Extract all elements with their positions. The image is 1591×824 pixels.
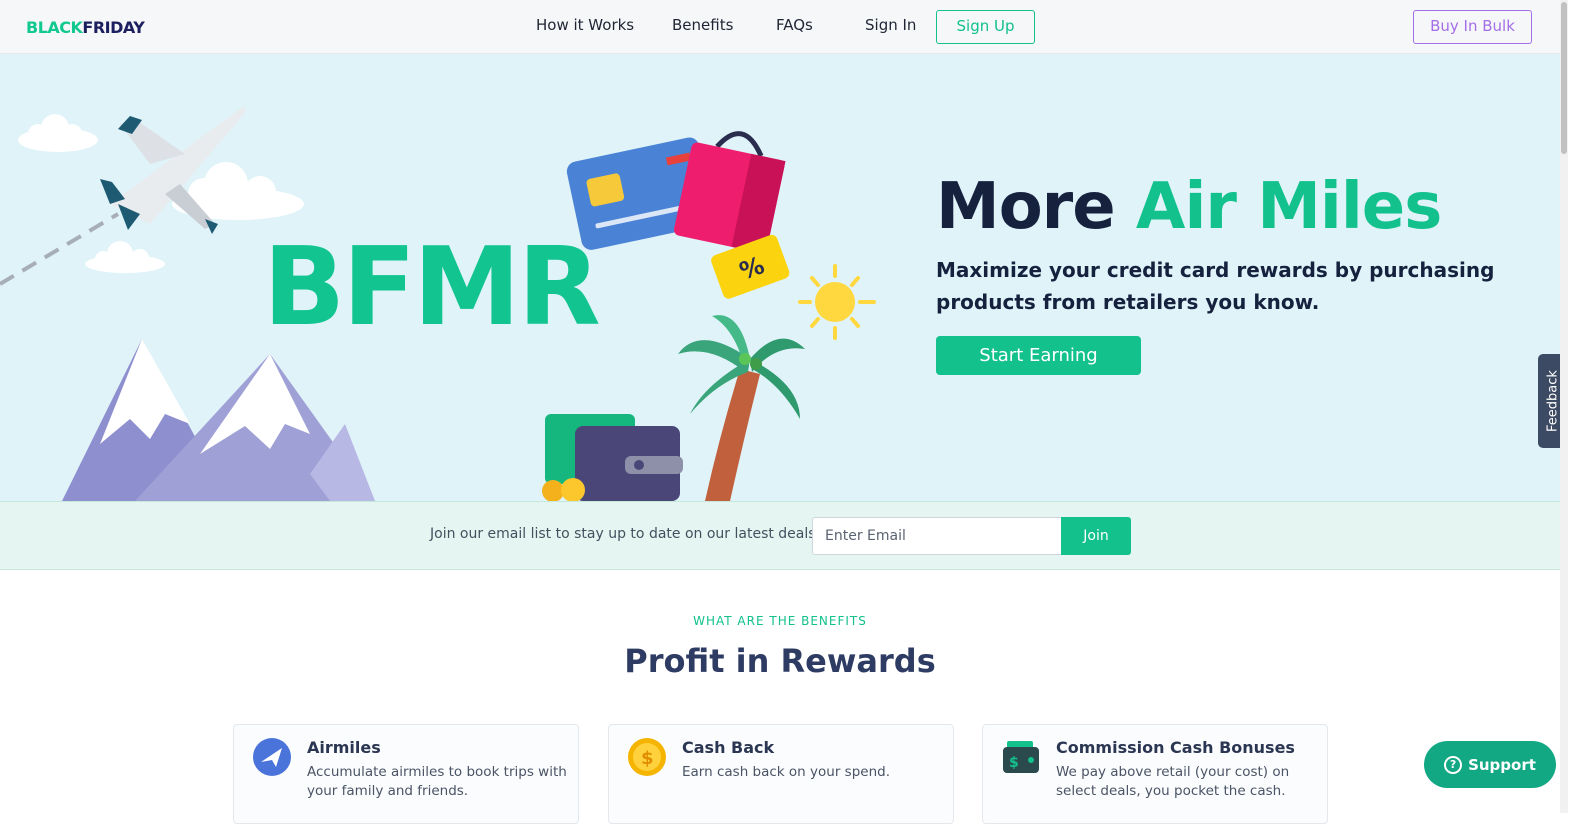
scrollbar-thumb[interactable] bbox=[1561, 2, 1567, 154]
svg-text:$: $ bbox=[1009, 755, 1019, 771]
wallet-icon: $ bbox=[1003, 741, 1039, 773]
email-input[interactable] bbox=[812, 517, 1062, 555]
support-label: Support bbox=[1468, 755, 1536, 774]
palm-tree-icon bbox=[678, 315, 805, 501]
logo-text-friday: FRIDAY bbox=[82, 17, 145, 37]
card-text: Earn cash back on your spend. bbox=[682, 764, 890, 780]
logo[interactable]: BLACK FRIDAY bbox=[26, 15, 145, 39]
coin-icon: $ bbox=[628, 738, 666, 776]
page-scrollbar[interactable] bbox=[1560, 0, 1568, 813]
card-title: Commission Cash Bonuses bbox=[1056, 738, 1295, 757]
svg-text:$: $ bbox=[641, 748, 654, 769]
sun-icon bbox=[798, 264, 876, 340]
benefit-card-commission: $ Commission Cash Bonuses We pay above r… bbox=[982, 724, 1328, 824]
hero-headline: More Air Miles bbox=[936, 170, 1442, 244]
card-text: Accumulate airmiles to book trips with y… bbox=[307, 764, 567, 799]
buy-in-bulk-button[interactable]: Buy In Bulk bbox=[1413, 10, 1532, 44]
card-title: Cash Back bbox=[682, 738, 775, 757]
hero-section: % BFMR More Air Miles Maximize your cred… bbox=[0, 54, 1568, 501]
headline-accent: Air Miles bbox=[1135, 170, 1442, 244]
nav-link-faqs[interactable]: FAQs bbox=[776, 0, 813, 50]
start-earning-button[interactable]: Start Earning bbox=[936, 336, 1141, 375]
benefits-kicker: WHAT ARE THE BENEFITS bbox=[693, 614, 867, 628]
nav-link-how-it-works[interactable]: How it Works bbox=[536, 0, 634, 50]
benefit-card-airmiles: Airmiles Accumulate airmiles to book tri… bbox=[233, 724, 579, 824]
flight-trail bbox=[0, 212, 120, 286]
nav-link-benefits[interactable]: Benefits bbox=[672, 0, 733, 50]
newsletter-bar: Join our email list to stay up to date o… bbox=[0, 501, 1560, 570]
benefit-card-cash-back: $ Cash Back Earn cash back on your spend… bbox=[608, 724, 954, 824]
newsletter-prompt: Join our email list to stay up to date o… bbox=[430, 526, 816, 542]
sign-up-button[interactable]: Sign Up bbox=[936, 10, 1035, 44]
nav-link-sign-in[interactable]: Sign In bbox=[865, 0, 916, 50]
airplane-icon bbox=[253, 738, 291, 776]
support-button[interactable]: ? Support bbox=[1424, 741, 1556, 788]
card-title: Airmiles bbox=[307, 738, 381, 757]
top-nav: BLACK FRIDAY How it Works Benefits FAQs S… bbox=[0, 0, 1568, 54]
headline-lead: More bbox=[936, 170, 1136, 244]
logo-text-black: BLACK bbox=[26, 17, 83, 37]
help-icon: ? bbox=[1444, 755, 1463, 774]
mountains-illustration bbox=[62, 339, 375, 501]
brand-wordmark: BFMR bbox=[263, 225, 601, 350]
feedback-label: Feedback bbox=[1545, 370, 1561, 432]
hero-subtitle: Maximize your credit card rewards by pur… bbox=[936, 258, 1495, 314]
join-button[interactable]: Join bbox=[1061, 517, 1131, 555]
wallet-icon bbox=[542, 414, 683, 501]
benefits-title: Profit in Rewards bbox=[624, 642, 936, 680]
card-text: We pay above retail (your cost) on selec… bbox=[1056, 764, 1290, 799]
